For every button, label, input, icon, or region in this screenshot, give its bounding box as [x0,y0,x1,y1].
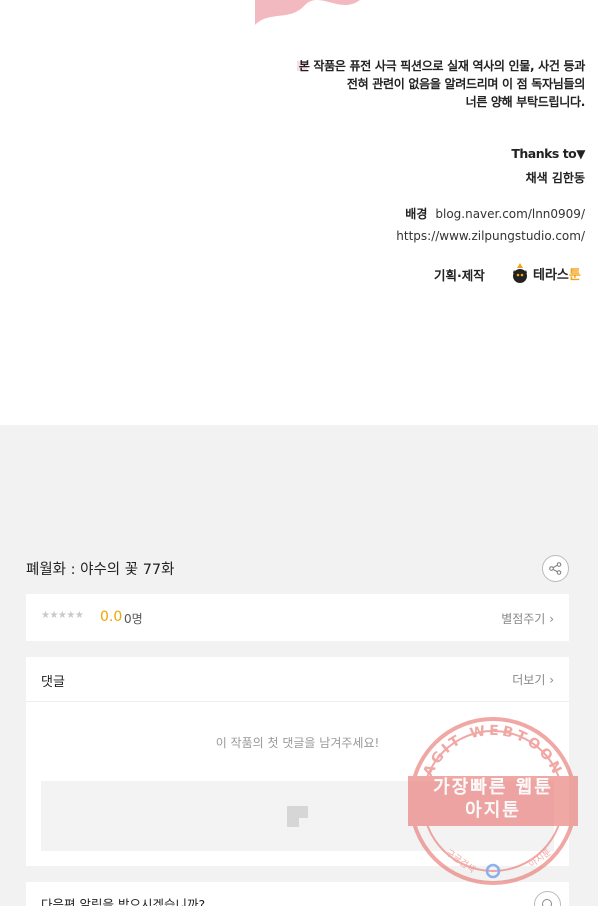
notice-line: 본 작품은 퓨전 사극 픽션으로 실재 역사의 인물, 사건 등과 [298,59,585,73]
background-url: blog.naver.com/lnn0909/ [435,207,585,221]
notice-line: 너른 양해 부탁드립니다. [465,95,586,109]
episode-title: 폐월화 : 야수의 꽃 77화 [26,562,175,578]
watermark-stamp: AGIT WEBTOON 구글검색 아지툰 가장빠른 웹툰 아지툰 [405,717,580,885]
bell-icon [541,898,552,906]
comment-header: 댓글 더보기 › [26,657,569,702]
watermark-ring-text: AGIT WEBTOON [420,723,562,779]
share-icon [549,562,562,575]
rating-score: 0.0 [100,609,123,625]
svg-text:AGIT WEBTOON: AGIT WEBTOON [420,723,565,779]
more-comments-button[interactable]: 더보기 › [512,671,554,688]
down-triangle-icon: ▼ [576,147,585,161]
comment-label: 댓글 [41,675,65,690]
rate-button-label: 별점주기 [501,612,546,626]
brand-name: 테라스 [533,267,569,283]
rating-stars: ★★★★★ [41,610,84,621]
notify-bell-button[interactable] [534,891,561,906]
next-episode-notify: 다음편 알림을 받으시겠습니까? [26,882,569,906]
share-button[interactable] [542,555,569,582]
chevron-right-icon: › [549,612,554,626]
pink-brush-splash [255,0,360,25]
notify-prompt: 다음편 알림을 받으시겠습니까? [41,897,206,906]
cat-mascot-icon [513,263,527,283]
terrace-toon-logo: 테라스 툰 [510,262,581,284]
production-label: 기획·제작 [434,268,485,283]
watermark-line1: 가장빠른 웹툰 [433,777,553,798]
sticker-icon [287,806,308,827]
rating-card: ★★★★★ 0.0 0명 별점주기 › [26,594,569,641]
rating-count: 0명 [124,612,143,626]
more-comments-label: 더보기 [512,673,546,687]
thanks-to-heading: Thanks to▼ [511,146,585,161]
rate-button[interactable]: 별점주기 › [501,610,554,627]
colorist-credit: 채색 김한동 [525,171,585,185]
notice-line: 전혀 관련이 없음을 알려드리며 이 점 독자님들의 [346,77,585,91]
disclaimer-notice: 본 작품은 퓨전 사극 픽션으로 실재 역사의 인물, 사건 등과 전혀 관련이… [299,57,585,111]
background-label: 배경 [405,207,428,221]
chevron-right-icon: › [549,673,554,687]
watermark-line2: 아지툰 [465,800,521,821]
background-credit: 배경 blog.naver.com/lnn0909/ [405,205,585,222]
brand-suffix: 툰 [568,267,581,283]
watermark-band: 가장빠른 웹툰 아지툰 [408,776,578,826]
thanks-label: Thanks to [511,146,577,161]
studio-url: https://www.zilpungstudio.com/ [396,229,585,243]
episode-artwork-panel: 본 작품은 퓨전 사극 픽션으로 실재 역사의 인물, 사건 등과 전혀 관련이… [0,0,598,425]
